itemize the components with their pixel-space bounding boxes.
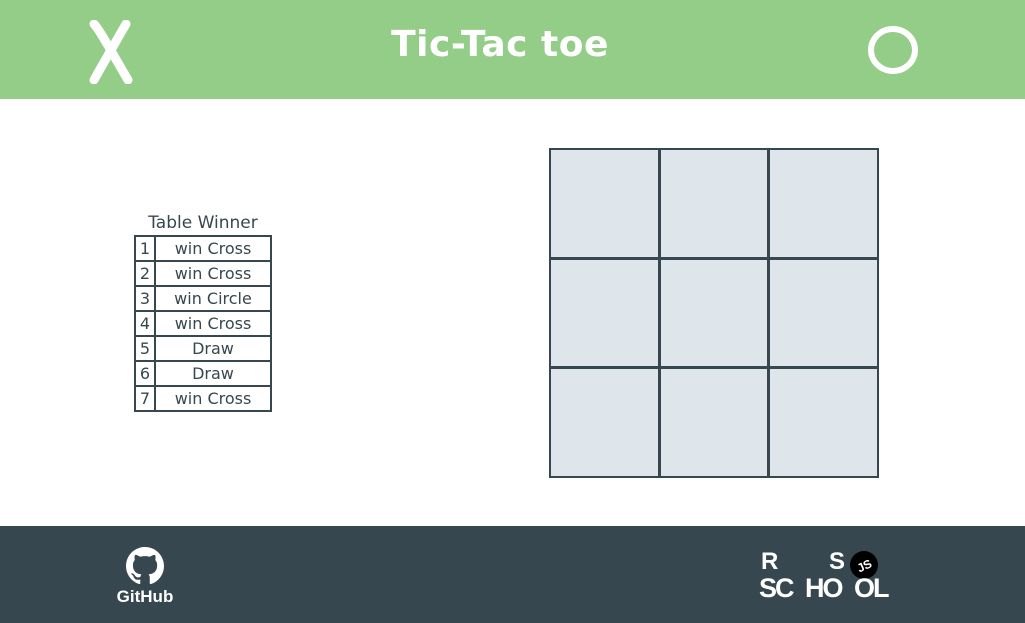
logo-text-ol: OL xyxy=(854,573,889,603)
board-cell-2[interactable] xyxy=(660,150,768,257)
row-number: 3 xyxy=(134,285,156,312)
table-row: 1 win Cross xyxy=(134,235,272,262)
board-cell-8[interactable] xyxy=(660,369,768,476)
winner-table-caption: Table Winner xyxy=(148,213,258,233)
row-number: 4 xyxy=(134,310,156,337)
board-cell-4[interactable] xyxy=(551,259,658,367)
rs-school-logo-graphic: R S JS SC HO OL xyxy=(759,548,891,603)
row-number: 1 xyxy=(134,235,156,262)
github-link[interactable]: GitHub xyxy=(110,547,180,609)
board-cell-6[interactable] xyxy=(770,259,877,367)
table-row: 3 win Circle xyxy=(134,285,272,312)
rs-school-logo[interactable]: R S JS SC HO OL xyxy=(758,547,903,603)
logo-text-ho: HO xyxy=(805,573,842,603)
row-number: 5 xyxy=(134,335,156,362)
row-result: win Cross xyxy=(154,385,272,412)
board-cell-1[interactable] xyxy=(551,150,658,257)
board-cell-9[interactable] xyxy=(770,369,877,476)
board-cell-3[interactable] xyxy=(770,150,877,257)
row-result: win Circle xyxy=(154,285,272,312)
header: Tic-Tac toe xyxy=(0,0,1025,99)
board-cell-5[interactable] xyxy=(660,259,768,367)
table-row: 4 win Cross xyxy=(134,310,272,337)
table-row: 2 win Cross xyxy=(134,260,272,287)
row-result: Draw xyxy=(154,335,272,362)
footer: GitHub R S JS SC HO OL xyxy=(0,526,1025,623)
row-result: Draw xyxy=(154,360,272,387)
github-icon xyxy=(126,547,164,585)
cross-mark-icon xyxy=(89,20,133,84)
winner-table: Table Winner 1 win Cross 2 win Cross 3 win … xyxy=(134,213,272,412)
row-result: win Cross xyxy=(154,260,272,287)
row-result: win Cross xyxy=(154,310,272,337)
row-number: 6 xyxy=(134,360,156,387)
circle-mark-icon xyxy=(868,26,918,74)
row-number: 2 xyxy=(134,260,156,287)
table-row: 6 Draw xyxy=(134,360,272,387)
table-row: 7 win Cross xyxy=(134,385,272,412)
board-cell-7[interactable] xyxy=(551,369,658,476)
page-title: Tic-Tac toe xyxy=(391,24,609,65)
table-row: 5 Draw xyxy=(134,335,272,362)
game-board xyxy=(549,148,879,478)
row-number: 7 xyxy=(134,385,156,412)
logo-text-sc: SC xyxy=(759,573,794,603)
github-label: GitHub xyxy=(116,587,174,606)
logo-letter-s: S xyxy=(829,548,845,575)
logo-letter-r: R xyxy=(761,548,778,575)
main-area: Table Winner 1 win Cross 2 win Cross 3 win … xyxy=(0,99,1025,526)
row-result: win Cross xyxy=(154,235,272,262)
